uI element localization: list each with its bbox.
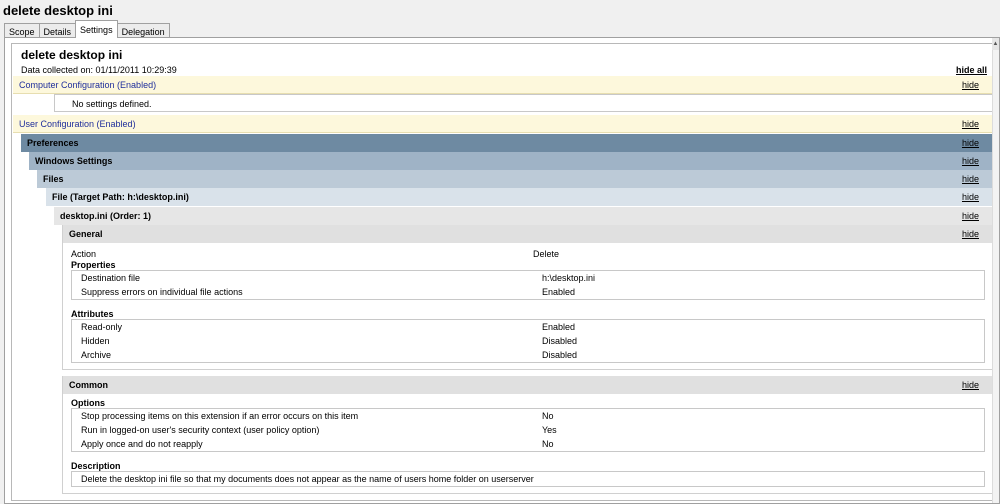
common-label: Common	[69, 380, 108, 390]
tab-settings[interactable]: Settings	[75, 20, 118, 38]
hidden-value: Disabled	[542, 336, 578, 346]
description-heading: Description	[71, 461, 121, 471]
archive-label: Archive	[81, 350, 112, 360]
hidden-label: Hidden	[81, 336, 110, 346]
window-title: delete desktop ini	[3, 3, 113, 18]
action-label: Action	[71, 249, 97, 259]
attributes-heading: Attributes	[71, 309, 114, 319]
option-stop-processing-label: Stop processing items on this extension …	[81, 411, 359, 421]
option-run-as-user-value: Yes	[542, 425, 557, 435]
preferences-label: Preferences	[27, 138, 79, 148]
option-apply-once-value: No	[542, 439, 554, 449]
suppress-errors-label: Suppress errors on individual file actio…	[81, 287, 243, 297]
data-collected-text: Data collected on: 01/11/2011 10:29:39	[21, 65, 177, 75]
files-label: Files	[43, 174, 64, 184]
user-configuration-header[interactable]: User Configuration (Enabled) hide	[13, 115, 993, 133]
no-settings-text: No settings defined.	[72, 99, 152, 109]
option-stop-processing-value: No	[542, 411, 554, 421]
general-header[interactable]: General hide	[63, 225, 993, 243]
windows-settings-header[interactable]: Windows Settings hide	[29, 152, 993, 170]
general-label: General	[69, 229, 103, 239]
destination-file-label: Destination file	[81, 273, 141, 283]
attributes-table: Read-only Enabled Hidden Disabled Archiv…	[71, 319, 985, 363]
hide-link[interactable]: hide	[962, 207, 979, 225]
hide-link[interactable]: hide	[962, 115, 979, 133]
read-only-label: Read-only	[81, 322, 123, 332]
options-heading: Options	[71, 398, 105, 408]
preferences-header[interactable]: Preferences hide	[21, 134, 993, 152]
settings-pane: delete desktop ini Data collected on: 01…	[4, 37, 1000, 504]
suppress-errors-value: Enabled	[542, 287, 576, 297]
file-item-label: desktop.ini (Order: 1)	[60, 211, 152, 221]
destination-file-value: h:\desktop.ini	[542, 273, 596, 283]
hide-link[interactable]: hide	[962, 152, 979, 170]
tab-delegation[interactable]: Delegation	[116, 23, 170, 38]
windows-settings-label: Windows Settings	[35, 156, 113, 166]
tab-details[interactable]: Details	[38, 23, 77, 38]
user-configuration-label: User Configuration (Enabled)	[19, 119, 136, 129]
tab-scope[interactable]: Scope	[4, 23, 40, 38]
tab-strip: Scope Details Settings Delegation	[4, 20, 170, 38]
file-target-label: File (Target Path: h:\desktop.ini)	[52, 192, 189, 202]
hide-link[interactable]: hide	[962, 188, 979, 206]
options-table: Stop processing items on this extension …	[71, 408, 985, 452]
hide-link[interactable]: hide	[962, 76, 979, 94]
hide-all-link[interactable]: hide all	[956, 65, 987, 75]
action-value: Delete	[533, 249, 560, 259]
report-frame: delete desktop ini Data collected on: 01…	[11, 43, 999, 501]
hide-link[interactable]: hide	[962, 170, 979, 188]
computer-settings-box: No settings defined.	[54, 94, 993, 112]
scroll-up-arrow-icon[interactable]: ▲	[992, 38, 999, 50]
hide-link[interactable]: hide	[962, 225, 979, 243]
hide-link[interactable]: hide	[962, 134, 979, 152]
option-apply-once-label: Apply once and do not reapply	[81, 439, 203, 449]
properties-table: Destination file h:\desktop.ini Suppress…	[71, 270, 985, 300]
hide-link[interactable]: hide	[962, 376, 979, 394]
archive-value: Disabled	[542, 350, 578, 360]
option-run-as-user-label: Run in logged-on user's security context…	[81, 425, 320, 435]
read-only-value: Enabled	[542, 322, 576, 332]
file-target-header[interactable]: File (Target Path: h:\desktop.ini) hide	[46, 188, 993, 206]
report-title: delete desktop ini	[21, 48, 123, 62]
common-header[interactable]: Common hide	[63, 376, 993, 394]
description-text: Delete the desktop ini file so that my d…	[81, 474, 534, 484]
properties-heading: Properties	[71, 260, 116, 270]
computer-configuration-header[interactable]: Computer Configuration (Enabled) hide	[13, 76, 993, 94]
computer-configuration-label: Computer Configuration (Enabled)	[19, 80, 157, 90]
description-box: Delete the desktop ini file so that my d…	[71, 471, 985, 487]
files-header[interactable]: Files hide	[37, 170, 993, 188]
vertical-scrollbar[interactable]: ▲	[992, 38, 999, 503]
file-item-header[interactable]: desktop.ini (Order: 1) hide	[54, 207, 993, 225]
